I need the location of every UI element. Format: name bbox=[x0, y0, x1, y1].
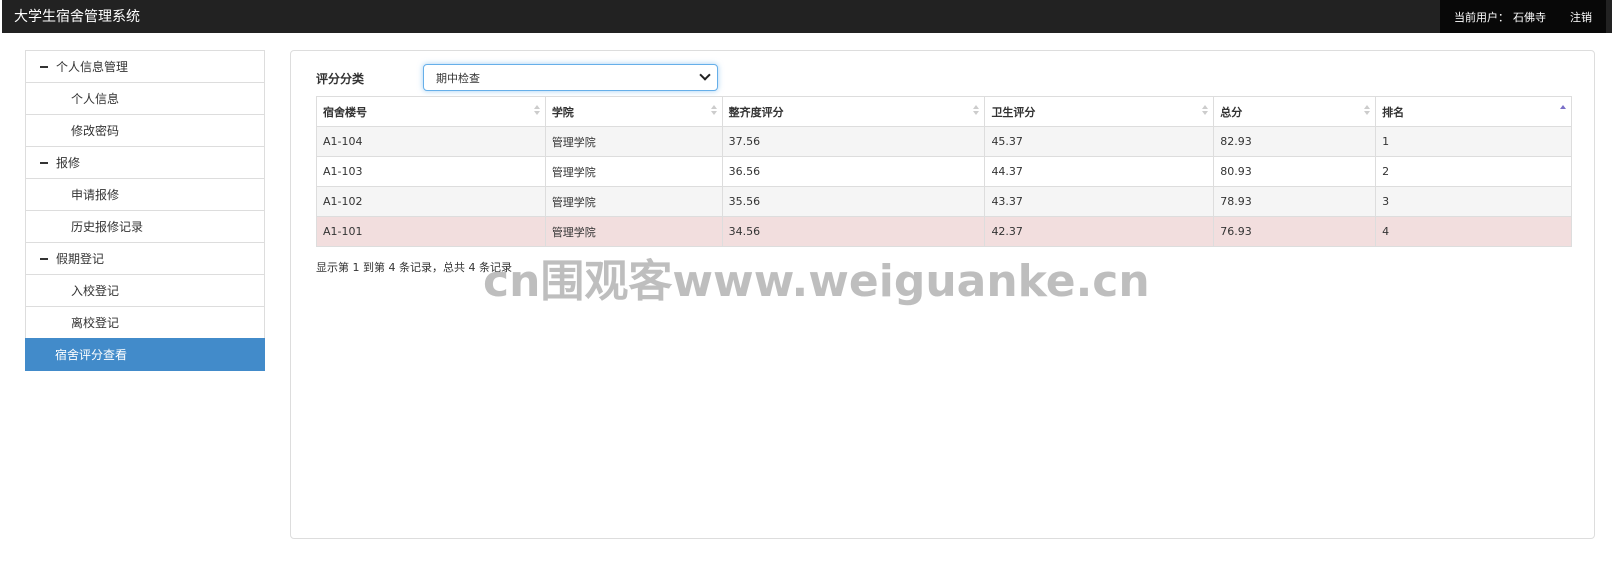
column-header-label: 学院 bbox=[551, 105, 574, 119]
sidebar-item-label: 个人信息 bbox=[71, 92, 120, 106]
table-cell: 管理学院 bbox=[544, 126, 723, 157]
sidebar-item-change-password[interactable]: 修改密码 bbox=[25, 114, 265, 147]
table-cell: 42.37 bbox=[984, 216, 1215, 247]
sidebar-item-apply-repair[interactable]: 申请报修 bbox=[25, 178, 265, 211]
sidebar-group-label: 报修 bbox=[56, 156, 81, 170]
collapse-minus-icon bbox=[40, 257, 48, 260]
table-cell: 4 bbox=[1375, 216, 1572, 247]
sidebar-group-label: 假期登记 bbox=[56, 252, 105, 266]
filter-label: 评分分类 bbox=[316, 72, 365, 86]
table-cell: 3 bbox=[1375, 186, 1572, 217]
collapse-minus-icon bbox=[40, 65, 48, 68]
column-header-dorm[interactable]: 宿舍楼号 bbox=[316, 96, 546, 127]
column-header-rank[interactable]: 排名 bbox=[1375, 96, 1572, 127]
chevron-down-icon bbox=[699, 69, 711, 81]
table-row[interactable]: A1-103 管理学院 36.56 44.37 80.93 2 bbox=[316, 156, 1572, 187]
table-cell: 34.56 bbox=[721, 216, 986, 247]
column-header-label: 排名 bbox=[1382, 105, 1405, 119]
table-row[interactable]: A1-104 管理学院 37.56 45.37 82.93 1 bbox=[316, 126, 1572, 157]
logout-link[interactable]: 注销 bbox=[1570, 9, 1592, 25]
sidebar-item-label: 修改密码 bbox=[71, 124, 120, 138]
table-cell: 45.37 bbox=[984, 126, 1215, 157]
table-cell: 35.56 bbox=[721, 186, 986, 217]
sidebar-item-repair-history[interactable]: 历史报修记录 bbox=[25, 210, 265, 243]
column-header-hygiene[interactable]: 卫生评分 bbox=[984, 96, 1215, 127]
sidebar-item-check-out[interactable]: 离校登记 bbox=[25, 306, 265, 339]
table-cell: 管理学院 bbox=[544, 156, 723, 187]
table-cell: 44.37 bbox=[984, 156, 1215, 187]
sort-icon bbox=[1364, 105, 1371, 117]
table-cell: A1-101 bbox=[316, 216, 546, 247]
sidebar-item-label: 申请报修 bbox=[71, 188, 120, 202]
table-cell: 36.56 bbox=[721, 156, 986, 187]
current-user-name: 石佛寺 bbox=[1513, 10, 1546, 24]
table-cell: 80.93 bbox=[1213, 156, 1377, 187]
table-cell: 管理学院 bbox=[544, 186, 723, 217]
sidebar-group-holiday[interactable]: 假期登记 bbox=[25, 242, 265, 275]
column-header-label: 总分 bbox=[1220, 105, 1243, 119]
score-table: 宿舍楼号 学院 整齐度评分 卫生评分 总分 排名 A1-104 管理学院 37.… bbox=[316, 96, 1572, 247]
column-header-label: 宿舍楼号 bbox=[323, 105, 367, 119]
table-cell: 管理学院 bbox=[544, 216, 723, 247]
table-row-highlighted[interactable]: A1-101 管理学院 34.56 42.37 76.93 4 bbox=[316, 216, 1572, 247]
sort-icon bbox=[710, 105, 717, 117]
sidebar: 个人信息管理 个人信息 修改密码 报修 申请报修 历史报修记录 假期登记 入校登… bbox=[25, 50, 265, 371]
column-header-label: 卫生评分 bbox=[991, 105, 1036, 119]
sort-icon bbox=[1202, 105, 1209, 117]
table-row[interactable]: A1-102 管理学院 35.56 43.37 78.93 3 bbox=[316, 186, 1572, 217]
table-cell: 37.56 bbox=[721, 126, 986, 157]
table-cell: A1-103 bbox=[316, 156, 546, 187]
table-cell: 2 bbox=[1375, 156, 1572, 187]
table-cell: A1-104 bbox=[316, 126, 546, 157]
sidebar-group-personal-info[interactable]: 个人信息管理 bbox=[25, 50, 265, 83]
table-cell: 43.37 bbox=[984, 186, 1215, 217]
sidebar-item-label: 入校登记 bbox=[71, 284, 120, 298]
sidebar-item-dorm-score[interactable]: 宿舍评分查看 bbox=[25, 338, 265, 371]
user-box: 当前用户： 石佛寺 注销 bbox=[1440, 0, 1606, 33]
column-header-label: 整齐度评分 bbox=[728, 105, 784, 119]
table-cell: 82.93 bbox=[1213, 126, 1377, 157]
sidebar-item-personal-info[interactable]: 个人信息 bbox=[25, 82, 265, 115]
sort-icon bbox=[533, 105, 540, 117]
column-header-tidiness[interactable]: 整齐度评分 bbox=[721, 96, 986, 127]
table-cell: 76.93 bbox=[1213, 216, 1377, 247]
table-header-row: 宿舍楼号 学院 整齐度评分 卫生评分 总分 排名 bbox=[316, 96, 1572, 127]
select-value: 期中检查 bbox=[436, 71, 480, 85]
sidebar-item-label: 历史报修记录 bbox=[71, 220, 144, 234]
watermark: cn围观客www.weiguanke.cn bbox=[483, 256, 1150, 307]
sort-icon bbox=[973, 105, 980, 117]
app-title[interactable]: 大学生宿舍管理系统 bbox=[14, 6, 140, 26]
column-header-total[interactable]: 总分 bbox=[1213, 96, 1377, 127]
sort-ascending-icon bbox=[1560, 105, 1566, 117]
table-cell: A1-102 bbox=[316, 186, 546, 217]
score-category-select[interactable]: 期中检查 bbox=[423, 64, 718, 91]
sidebar-group-label: 个人信息管理 bbox=[56, 60, 129, 74]
top-navbar: 大学生宿舍管理系统 当前用户： 石佛寺 注销 bbox=[2, 0, 1612, 33]
collapse-minus-icon bbox=[40, 161, 48, 164]
column-header-college[interactable]: 学院 bbox=[544, 96, 723, 127]
sidebar-item-check-in[interactable]: 入校登记 bbox=[25, 274, 265, 307]
sidebar-group-repair[interactable]: 报修 bbox=[25, 146, 265, 179]
sidebar-item-label: 宿舍评分查看 bbox=[55, 348, 128, 362]
current-user-label: 当前用户： bbox=[1454, 10, 1509, 24]
table-cell: 1 bbox=[1375, 126, 1572, 157]
sidebar-item-label: 离校登记 bbox=[71, 316, 120, 330]
table-cell: 78.93 bbox=[1213, 186, 1377, 217]
